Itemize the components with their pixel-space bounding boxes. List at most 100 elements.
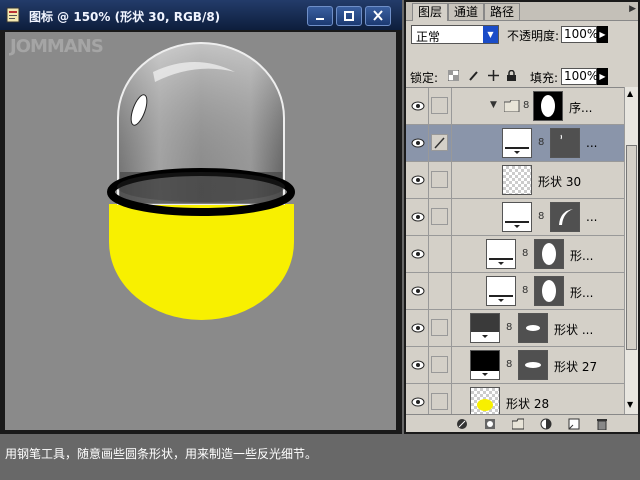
divider [451, 310, 452, 347]
layer-row-selected[interactable]: 8 ... [406, 125, 624, 162]
divider [428, 125, 429, 162]
layer-row[interactable]: ▼ 8 序... [406, 88, 624, 125]
close-button[interactable] [365, 6, 391, 26]
eye-icon[interactable] [410, 357, 426, 373]
layer-name[interactable]: 形状 ... [554, 321, 593, 338]
divider [428, 273, 429, 310]
canvas[interactable]: JOMMANS [5, 32, 396, 430]
divider [428, 199, 429, 236]
panel-tabs: 图层 通道 路径 ▶ [406, 2, 638, 21]
layer-name[interactable]: 序... [569, 99, 592, 116]
layer-name[interactable]: 形... [570, 284, 593, 301]
new-group-icon[interactable] [512, 418, 524, 430]
layer-name[interactable]: 形状 28 [506, 395, 549, 412]
layers-panel: 图层 通道 路径 ▶ 正常 ▼ 不透明度: 100% ▶ 锁定: 填充: 100… [404, 0, 640, 434]
expand-triangle-icon[interactable]: ▼ [490, 100, 497, 110]
fill-slider-arrow-icon[interactable]: ▶ [597, 68, 608, 85]
link-layers-icon[interactable] [456, 418, 468, 430]
eye-icon[interactable] [410, 320, 426, 336]
minimize-button[interactable] [307, 6, 333, 26]
lock-transparency-icon[interactable] [448, 70, 459, 81]
divider [428, 347, 429, 384]
tutorial-caption: 用钢笔工具，随意画些圆条形状，用来制造一些反光细节。 [5, 447, 318, 461]
layer-name[interactable]: 形状 27 [554, 358, 597, 375]
capsule-artwork [107, 42, 295, 320]
mask-thumbnail [550, 202, 580, 232]
layer-name[interactable]: ... [586, 136, 597, 150]
opacity-slider-arrow-icon[interactable]: ▶ [597, 26, 608, 43]
layer-row[interactable]: 8 形状 27 [406, 347, 624, 384]
fill-label: 填充: [530, 71, 559, 85]
lock-move-icon[interactable] [488, 70, 499, 81]
adjustment-layer-icon[interactable] [540, 418, 552, 430]
chain-link-icon: 8 [538, 137, 545, 148]
layer-row[interactable]: 8 形... [406, 273, 624, 310]
scroll-thumb[interactable] [626, 145, 637, 350]
eye-icon[interactable] [410, 209, 426, 225]
eye-icon[interactable] [410, 135, 426, 151]
delete-layer-icon[interactable] [596, 418, 608, 430]
link-cell[interactable] [431, 97, 448, 114]
divider [428, 310, 429, 347]
eye-icon[interactable] [410, 246, 426, 262]
layer-thumbnail [533, 91, 563, 121]
tab-channels[interactable]: 通道 [448, 3, 484, 20]
layers-list: ▼ 8 序... 8 ... 形状 30 8 ... 8 形... 8 形...… [406, 87, 624, 415]
document-title-bar[interactable]: 图标 @ 150% (形状 30, RGB/8) [0, 0, 402, 30]
layer-thumbnail [470, 387, 500, 415]
lock-brush-icon[interactable] [468, 70, 479, 81]
layers-scrollbar[interactable]: ▲ ▼ [624, 87, 638, 414]
layer-row[interactable]: 8 ... [406, 199, 624, 236]
divider [451, 162, 452, 199]
layers-bottom-bar [406, 414, 638, 432]
chain-link-icon: 8 [538, 211, 545, 222]
layer-thumbnail [502, 165, 532, 195]
scroll-up-icon[interactable]: ▲ [627, 89, 633, 98]
link-cell[interactable] [431, 171, 448, 188]
chain-link-icon: 8 [522, 285, 529, 296]
tab-paths[interactable]: 路径 [484, 3, 520, 20]
layer-name[interactable]: 形状 30 [538, 173, 581, 190]
scroll-down-icon[interactable]: ▼ [627, 400, 633, 409]
layer-row[interactable]: 8 形状 ... [406, 310, 624, 347]
layer-thumbnail [502, 128, 532, 158]
divider [451, 384, 452, 415]
maximize-button[interactable] [336, 6, 362, 26]
eye-icon[interactable] [410, 394, 426, 410]
link-cell[interactable] [431, 393, 448, 410]
opacity-field[interactable]: 100% [561, 26, 598, 43]
eye-icon[interactable] [410, 283, 426, 299]
tab-layers[interactable]: 图层 [412, 3, 448, 21]
eye-icon[interactable] [410, 172, 426, 188]
layer-name[interactable]: 形... [570, 247, 593, 264]
layer-name[interactable]: ... [586, 210, 597, 224]
link-cell[interactable] [431, 208, 448, 225]
chain-link-icon: 8 [523, 100, 530, 111]
layer-row[interactable]: 8 形... [406, 236, 624, 273]
link-cell[interactable] [431, 319, 448, 336]
lock-all-icon[interactable] [506, 70, 517, 81]
link-cell[interactable] [431, 356, 448, 373]
document-icon [6, 7, 20, 23]
add-mask-icon[interactable] [484, 418, 496, 430]
minimize-icon [316, 18, 324, 20]
folder-icon [504, 100, 520, 112]
restore-icon [344, 11, 354, 21]
layer-thumbnail [486, 239, 516, 269]
mask-thumbnail [550, 128, 580, 158]
divider [451, 199, 452, 236]
layer-row[interactable]: 形状 28 [406, 384, 624, 415]
new-layer-icon[interactable] [568, 418, 580, 430]
mask-thumbnail [534, 239, 564, 269]
fill-field[interactable]: 100% [561, 68, 598, 85]
divider [428, 384, 429, 415]
blend-mode-select[interactable]: 正常 ▼ [411, 25, 499, 44]
divider [428, 236, 429, 273]
eye-icon[interactable] [410, 98, 426, 114]
mask-thumbnail [518, 350, 548, 380]
brush-icon[interactable] [431, 134, 448, 151]
layer-row[interactable]: 形状 30 [406, 162, 624, 199]
lock-label: 锁定: [410, 71, 439, 85]
chevron-down-icon[interactable]: ▼ [483, 26, 498, 43]
panel-menu-icon[interactable]: ▶ [629, 4, 636, 14]
